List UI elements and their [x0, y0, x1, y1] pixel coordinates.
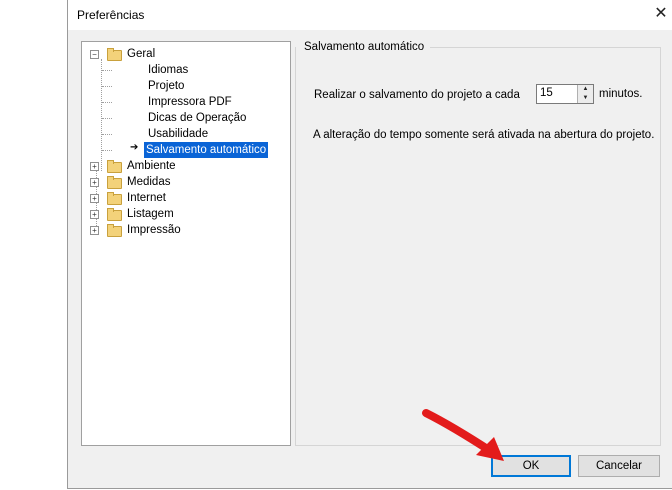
spin-up-icon[interactable]: ▲ — [578, 85, 593, 94]
save-interval-stepper[interactable]: 15 ▲ ▼ — [536, 84, 594, 104]
tree-connector — [101, 59, 102, 171]
tree-connector — [102, 86, 112, 87]
save-interval-label: Realizar o salvamento do projeto a cada — [314, 89, 520, 101]
tree-item-label: Internet — [127, 192, 166, 204]
folder-icon — [107, 208, 122, 221]
cancel-button[interactable]: Cancelar — [578, 455, 660, 477]
settings-group-box — [295, 47, 661, 446]
folder-icon — [107, 224, 122, 237]
stepper-buttons: ▲ ▼ — [577, 85, 593, 103]
expand-icon[interactable]: + — [90, 178, 99, 187]
expand-icon[interactable]: + — [90, 194, 99, 203]
spin-down-icon[interactable]: ▼ — [578, 94, 593, 103]
activation-note: A alteração do tempo somente será ativad… — [313, 129, 655, 141]
minutes-label: minutos. — [599, 88, 643, 100]
expand-icon[interactable]: + — [90, 210, 99, 219]
tree-item-label: Dicas de Operação — [148, 112, 247, 124]
tree-item-label: Idiomas — [148, 64, 189, 76]
title-bar: Preferências ✕ — [68, 0, 672, 30]
tree-item-label: Projeto — [148, 80, 185, 92]
folder-icon — [107, 48, 122, 61]
red-annotation-arrow-icon — [422, 409, 504, 461]
dialog-title: Preferências — [77, 8, 145, 22]
tree-item-label: Medidas — [127, 176, 171, 188]
tree-connector — [102, 70, 112, 71]
tree-item-label: Usabilidade — [148, 128, 209, 140]
group-title: Salvamento automático — [296, 41, 431, 53]
close-icon[interactable]: ✕ — [650, 2, 672, 26]
tree-item-label: Salvamento automático — [144, 142, 269, 158]
folder-icon — [107, 192, 122, 205]
folder-icon — [107, 176, 122, 189]
tree-connector — [102, 118, 112, 119]
tree-item-label: Geral — [127, 48, 156, 60]
preferences-tree: − Geral Idiomas Projeto Impressora PDF D… — [81, 41, 291, 446]
tree-item-label: Impressora PDF — [148, 96, 232, 108]
pointer-arrow-icon: ➔ — [130, 142, 139, 153]
preferences-dialog: Preferências ✕ − Geral Idiomas Projeto I… — [67, 0, 672, 489]
tree-connector — [102, 134, 112, 135]
collapse-icon[interactable]: − — [90, 50, 99, 59]
tree-item-geral[interactable]: − Geral — [90, 46, 270, 62]
tree-item-label: Ambiente — [127, 160, 176, 172]
tree-item-label: Impressão — [127, 224, 181, 236]
tree-connector — [102, 150, 112, 151]
expand-icon[interactable]: + — [90, 162, 99, 171]
save-interval-value[interactable]: 15 — [540, 87, 553, 99]
folder-icon — [107, 160, 122, 173]
tree-item-label: Listagem — [127, 208, 174, 220]
expand-icon[interactable]: + — [90, 226, 99, 235]
tree-connector — [102, 102, 112, 103]
